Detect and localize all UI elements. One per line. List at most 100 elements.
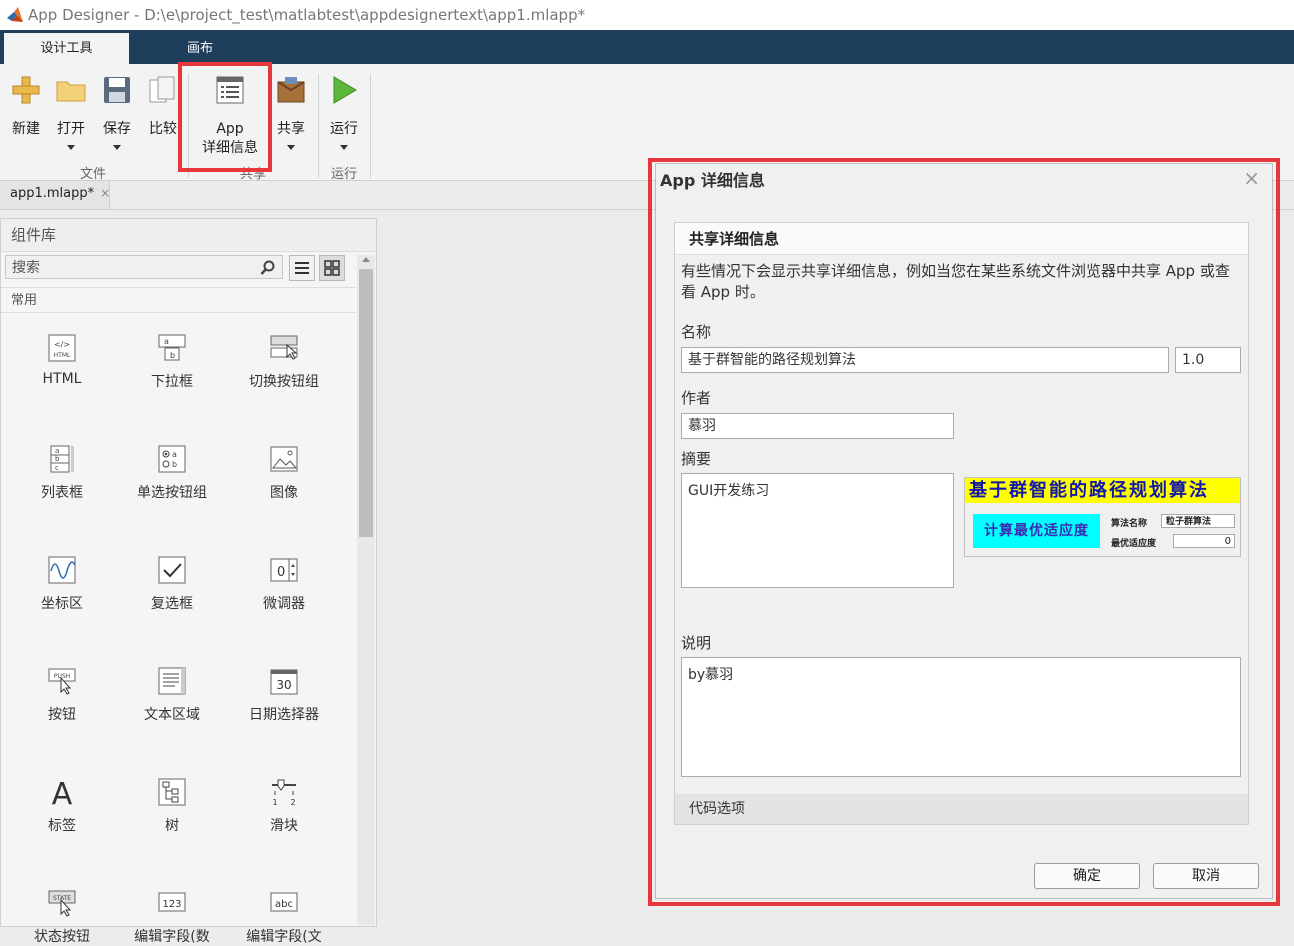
app-screenshot[interactable]: 基于群智能的路径规划算法 计算最优适应度 算法名称 粒子群算法 最优适应度 0 (964, 477, 1241, 557)
image-icon (270, 446, 298, 472)
chevron-down-icon (113, 145, 121, 150)
plus-icon (12, 76, 40, 104)
app-details-highlight (178, 62, 272, 172)
tree-icon (158, 778, 186, 806)
component-button[interactable]: PUSH 按钮 (7, 666, 117, 724)
spinner-icon: 0 (270, 558, 298, 582)
close-icon[interactable]: × (1243, 166, 1260, 190)
scrollbar-thumb[interactable] (359, 269, 373, 537)
grid-icon (324, 260, 340, 276)
numeric-field-icon: 123 (158, 892, 186, 912)
chevron-down-icon (287, 145, 295, 150)
notes-field[interactable]: by慕羽 (681, 657, 1241, 777)
screenshot-fit-field: 0 (1173, 534, 1235, 548)
window-title: App Designer - D:\e\project_test\matlabt… (28, 6, 586, 24)
screenshot-label-fit: 最优适应度 (1111, 539, 1157, 549)
component-checkbox[interactable]: 复选框 (117, 555, 227, 613)
component-dropdown[interactable]: ab 下拉框 (117, 333, 227, 391)
compare-icon (149, 76, 175, 103)
svg-text:0: 0 (277, 565, 285, 580)
component-tree[interactable]: 树 (117, 777, 227, 835)
svg-text:A: A (52, 777, 73, 807)
component-state-button[interactable]: STATE 状态按钮 (7, 888, 117, 946)
html-icon: </> HTML (48, 334, 76, 362)
author-field[interactable]: 慕羽 (681, 413, 954, 439)
svg-text:2: 2 (290, 798, 295, 807)
svg-text:1: 1 (272, 798, 277, 807)
section-common: 常用 (1, 287, 356, 313)
cancel-button[interactable]: 取消 (1153, 863, 1259, 889)
version-field[interactable]: 1.0 (1175, 347, 1241, 373)
divider (370, 74, 371, 178)
component-spinner[interactable]: 0 微调器 (229, 555, 339, 613)
calendar-icon: 30 (270, 669, 298, 695)
panel-title: 共享详细信息 (675, 223, 1248, 255)
dropdown-icon: ab (158, 334, 186, 361)
panel-description: 有些情况下会显示共享详细信息，例如当您在某些系统文件浏览器中共享 App 或查看… (681, 262, 1230, 301)
doc-tab-app1[interactable]: app1.mlapp* × (0, 181, 110, 209)
component-image[interactable]: 图像 (229, 444, 339, 502)
axes-icon (48, 556, 76, 584)
component-text-edit-field[interactable]: abc 编辑字段(文 (229, 888, 339, 946)
close-icon[interactable]: × (100, 186, 110, 200)
new-button[interactable]: 新建 (8, 74, 44, 139)
tab-design-tools[interactable]: 设计工具 (4, 33, 129, 64)
matlab-logo-icon (7, 7, 23, 22)
library-scrollbar[interactable] (357, 255, 375, 925)
summary-field[interactable]: GUI开发练习 (681, 473, 954, 588)
component-text-area[interactable]: 文本区域 (117, 666, 227, 724)
group-label-file: 文件 (80, 167, 107, 182)
name-field[interactable]: 基于群智能的路径规划算法 (681, 347, 1169, 373)
run-button[interactable]: 运行 (325, 74, 363, 150)
share-button[interactable]: 共享 (272, 74, 310, 150)
list-view-button[interactable] (289, 255, 315, 281)
label-icon: A (52, 777, 73, 812)
title-bar: App Designer - D:\e\project_test\matlabt… (0, 0, 1294, 30)
svg-text:abc: abc (275, 899, 293, 910)
share-details-panel: 共享详细信息 有些情况下会显示共享详细信息，例如当您在某些系统文件浏览器中共享 … (674, 222, 1249, 825)
component-numeric-edit-field[interactable]: 123 编辑字段(数 (117, 888, 227, 946)
push-button-icon: PUSH (48, 668, 76, 695)
group-label-run: 运行 (331, 167, 358, 182)
text-field-icon: abc (270, 892, 298, 912)
tab-canvas[interactable]: 画布 (140, 33, 260, 64)
svg-text:HTML: HTML (54, 352, 71, 359)
svg-text:30: 30 (276, 678, 291, 692)
component-axes[interactable]: 坐标区 (7, 555, 117, 613)
state-button-icon: STATE (48, 890, 76, 917)
save-button[interactable]: 保存 (100, 74, 134, 150)
author-label: 作者 (681, 389, 712, 407)
code-options-section[interactable]: 代码选项 (675, 794, 1248, 824)
search-input[interactable]: 搜索 (5, 255, 283, 279)
svg-text:c: c (55, 464, 59, 472)
grid-view-button[interactable] (319, 255, 345, 281)
component-toggle-button-group[interactable]: 切换按钮组 (229, 333, 339, 391)
component-listbox[interactable]: abc 列表框 (7, 444, 117, 502)
svg-text:b: b (170, 351, 175, 360)
svg-text:a: a (55, 447, 59, 455)
scroll-up-icon[interactable] (362, 257, 370, 262)
component-label[interactable]: A 标签 (7, 777, 117, 835)
folder-icon (56, 81, 86, 102)
name-label: 名称 (681, 323, 712, 341)
run-play-icon (333, 76, 357, 104)
save-icon (104, 77, 130, 103)
slider-icon: 12 (272, 779, 296, 807)
screenshot-banner: 基于群智能的路径规划算法 (965, 478, 1240, 503)
text-area-icon (158, 667, 186, 695)
component-radio-button-group[interactable]: ab 单选按钮组 (117, 444, 227, 502)
toolstrip-tabs: 设计工具 画布 (0, 30, 1294, 64)
ok-button[interactable]: 确定 (1034, 863, 1140, 889)
screenshot-button: 计算最优适应度 (973, 514, 1100, 548)
list-icon (295, 262, 309, 274)
screenshot-algo-field: 粒子群算法 (1161, 514, 1235, 528)
component-date-picker[interactable]: 30 日期选择器 (229, 666, 339, 724)
component-html[interactable]: </> HTML HTML (7, 333, 117, 387)
svg-text:a: a (164, 337, 169, 346)
component-slider[interactable]: 12 滑块 (229, 777, 339, 835)
open-button[interactable]: 打开 (54, 74, 88, 150)
notes-label: 说明 (681, 634, 712, 652)
library-title: 组件库 (1, 219, 376, 252)
compare-button[interactable]: 比较 (146, 74, 180, 139)
checkbox-icon (158, 556, 186, 584)
